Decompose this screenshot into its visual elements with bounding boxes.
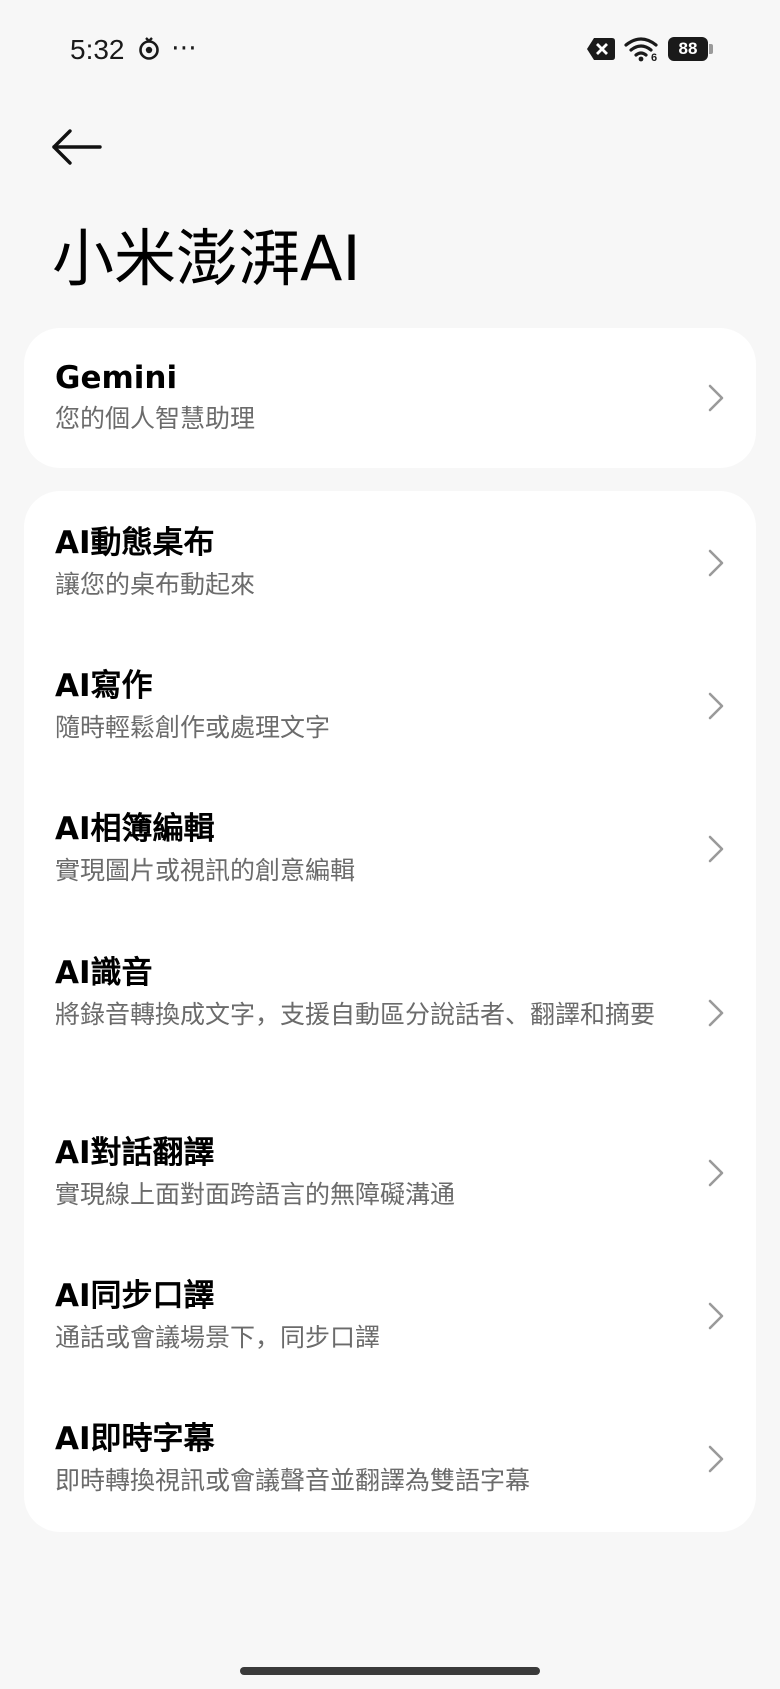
item-subtitle: 隨時輕鬆創作或處理文字	[55, 713, 331, 742]
list-item-ai-live-captions[interactable]: AI即時字幕 即時轉換視訊或會議聲音並翻譯為雙語字幕	[24, 1385, 756, 1532]
item-title: AI相簿編輯	[55, 811, 215, 847]
gemini-card: Gemini 您的個人智慧助理	[24, 328, 756, 468]
item-subtitle: 即時轉換視訊或會議聲音並翻譯為雙語字幕	[55, 1466, 531, 1495]
item-title: AI即時字幕	[55, 1421, 215, 1457]
item-title: AI對話翻譯	[55, 1135, 215, 1171]
battery-tip	[709, 44, 713, 54]
item-subtitle: 讓您的桌布動起來	[55, 570, 256, 599]
home-indicator[interactable]	[240, 1667, 540, 1675]
status-bar: 5:32 ⋯ 6 88	[0, 0, 780, 100]
list-item-ai-voice-recognition[interactable]: AI識音 將錄音轉換成文字，支援自動區分說話者、翻譯和摘要	[24, 917, 756, 1099]
chevron-right-icon	[708, 549, 724, 577]
battery-icon: 88	[668, 37, 708, 61]
item-title: AI動態桌布	[55, 525, 215, 561]
list-item-ai-album-edit[interactable]: AI相簿編輯 實現圖片或視訊的創意編輯	[24, 774, 756, 917]
chevron-right-icon	[708, 1159, 724, 1187]
list-item-ai-wallpaper[interactable]: AI動態桌布 讓您的桌布動起來	[24, 491, 756, 631]
page-title: 小米澎湃AI	[52, 222, 361, 295]
item-title: AI同步口譯	[55, 1278, 215, 1314]
chevron-right-icon	[708, 999, 724, 1027]
chevron-right-icon	[708, 384, 724, 412]
list-item-ai-conversation-translation[interactable]: AI對話翻譯 實現線上面對面跨語言的無障礙溝通	[24, 1099, 756, 1242]
status-time: 5:32	[70, 34, 125, 65]
item-subtitle: 將錄音轉換成文字，支援自動區分說話者、翻譯和摘要	[55, 1000, 656, 1029]
item-subtitle: 您的個人智慧助理	[55, 404, 256, 433]
list-item-gemini[interactable]: Gemini 您的個人智慧助理	[24, 328, 756, 468]
back-button[interactable]	[50, 120, 106, 176]
item-subtitle: 實現線上面對面跨語言的無障礙溝通	[55, 1180, 456, 1209]
list-item-ai-writing[interactable]: AI寫作 隨時輕鬆創作或處理文字	[24, 631, 756, 774]
chevron-right-icon	[708, 1302, 724, 1330]
chevron-right-icon	[708, 1445, 724, 1473]
list-item-ai-simultaneous-interpretation[interactable]: AI同步口譯 通話或會議場景下，同步口譯	[24, 1242, 756, 1385]
sync-icon	[139, 37, 159, 60]
item-subtitle: 實現圖片或視訊的創意編輯	[55, 856, 356, 885]
back-arrow-icon	[52, 129, 102, 165]
item-title: Gemini	[55, 360, 178, 396]
chevron-right-icon	[708, 692, 724, 720]
item-title: AI識音	[55, 955, 153, 991]
close-badge-icon	[587, 38, 615, 60]
more-icon: ⋯	[171, 33, 197, 63]
item-subtitle: 通話或會議場景下，同步口譯	[55, 1323, 381, 1352]
item-title: AI寫作	[55, 668, 153, 704]
wifi-badge: 6	[651, 52, 658, 64]
ai-features-card: AI動態桌布 讓您的桌布動起來 AI寫作 隨時輕鬆創作或處理文字 AI相簿編輯 …	[24, 491, 756, 1532]
chevron-right-icon	[708, 835, 724, 863]
